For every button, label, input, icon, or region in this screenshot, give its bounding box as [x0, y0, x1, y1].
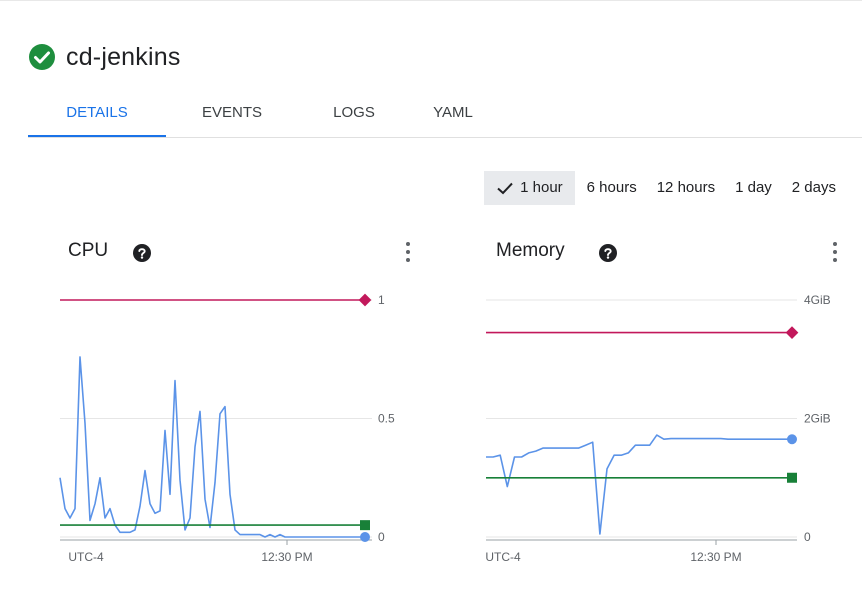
time-range-selector: 1 hour 6 hours 12 hours 1 day 2 days	[484, 171, 846, 205]
x-tick-label: 12:30 PM	[690, 550, 741, 564]
page-title: cd-jenkins	[66, 42, 181, 71]
memory-card-title: Memory	[496, 240, 565, 261]
help-circle-icon[interactable]	[133, 244, 151, 262]
limit-marker	[785, 326, 799, 339]
y-tick-label: 0	[804, 530, 811, 544]
help-circle-icon[interactable]	[599, 244, 617, 262]
range-option-6-hours[interactable]: 6 hours	[577, 171, 647, 205]
tab-bar: DETAILS EVENTS LOGS YAML	[28, 98, 496, 138]
range-option-12-hours[interactable]: 12 hours	[647, 171, 725, 205]
y-tick-label: 0	[378, 530, 385, 544]
request-marker	[787, 472, 797, 483]
limit-marker	[358, 293, 372, 307]
more-vert-icon[interactable]	[832, 240, 838, 264]
usage-marker	[787, 434, 797, 445]
tab-yaml[interactable]: YAML	[410, 98, 496, 136]
range-option-label: 1 hour	[520, 179, 563, 196]
usage-marker	[360, 532, 370, 542]
check-circle-icon	[28, 43, 56, 71]
cpu-card-title: CPU	[68, 240, 109, 261]
page-header: cd-jenkins	[28, 40, 181, 74]
y-tick-label: 1	[378, 293, 385, 307]
x-tick-label: 12:30 PM	[261, 550, 312, 564]
top-border	[0, 0, 862, 1]
usage-series-line	[486, 434, 792, 535]
y-tick-label: 0.5	[378, 412, 395, 426]
tabs-divider	[28, 137, 862, 138]
charts-canvas: 1 0.5 0 UTC-4 12:30 PM 4GiB 2GiB 0 UTC-4 12:30 PM	[59, 293, 831, 564]
range-option-2-days[interactable]: 2 days	[782, 171, 846, 205]
request-marker	[360, 520, 370, 531]
usage-series-line	[59, 356, 365, 538]
x-tick-label: UTC-4	[68, 550, 104, 564]
tab-logs[interactable]: LOGS	[298, 98, 410, 136]
check-icon	[496, 179, 514, 197]
tab-details[interactable]: DETAILS	[28, 98, 166, 138]
y-tick-label: 4GiB	[804, 293, 831, 307]
tab-events[interactable]: EVENTS	[166, 98, 298, 136]
x-tick-label: UTC-4	[485, 550, 521, 564]
y-tick-label: 2GiB	[804, 412, 831, 426]
range-option-1-day[interactable]: 1 day	[725, 171, 782, 205]
more-vert-icon[interactable]	[405, 240, 411, 264]
range-option-1-hour[interactable]: 1 hour	[484, 171, 575, 205]
